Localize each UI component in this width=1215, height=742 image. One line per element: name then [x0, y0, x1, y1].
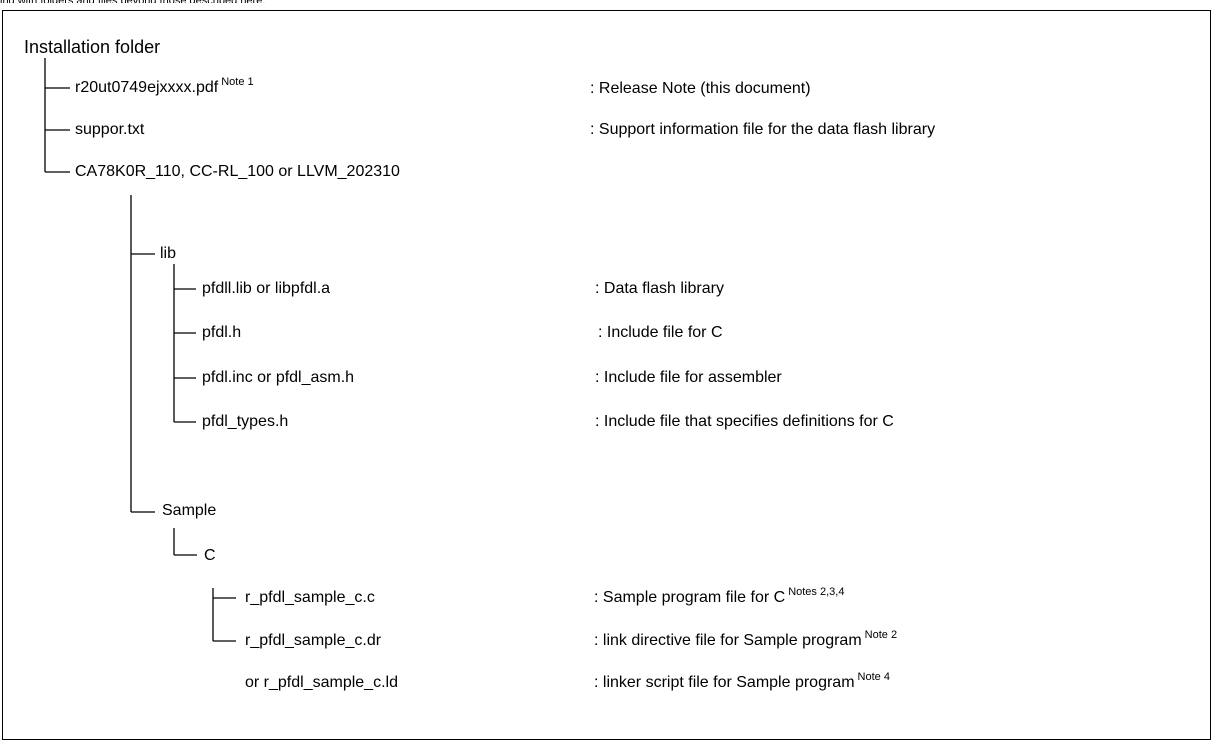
desc-pfdl-h: : Include file for C — [598, 324, 723, 341]
file-pfdl-inc: pfdl.inc or pfdl_asm.h — [202, 369, 355, 386]
folder-compiler: CA78K0R_110, CC-RL_100 or LLVM_202310 — [75, 163, 400, 180]
desc-sample-c: : Sample program file for C Notes 2,3,4 — [594, 586, 845, 608]
file-name: r20ut0749ejxxxx.pdf — [75, 79, 219, 96]
desc-sample-ld: : linker script file for Sample program N… — [594, 671, 890, 693]
desc-sample-dr: : link directive file for Sample program… — [594, 629, 898, 651]
desc-pfdl-inc: : Include file for assembler — [595, 369, 782, 386]
file-sample-ld: or r_pfdl_sample_c.ld — [245, 674, 398, 691]
desc-library: : Data flash library — [595, 280, 724, 297]
folder-c: C — [204, 547, 216, 564]
file-pfdl-types: pfdl_types.h — [202, 413, 289, 430]
desc-release-note: : Release Note (this document) — [590, 80, 811, 97]
file-support-info: suppor.txt — [75, 121, 145, 138]
desc-text: : link directive file for Sample program — [594, 632, 862, 649]
footnote-marker: Note 2 — [864, 629, 898, 641]
desc-text: : linker script file for Sample program — [594, 674, 855, 691]
file-library: pfdll.lib or libpfdl.a — [202, 280, 331, 297]
file-sample-c: r_pfdl_sample_c.c — [245, 589, 375, 606]
footnote-marker: Note 4 — [857, 671, 890, 683]
folder-sample: Sample — [162, 502, 217, 519]
folder-lib: lib — [160, 245, 177, 262]
footnote-marker: Notes 2,3,4 — [788, 586, 845, 598]
file-release-note: r20ut0749ejxxxx.pdf Note 1 — [75, 76, 254, 98]
root-folder-label: Installation folder — [24, 37, 161, 57]
file-sample-dr: r_pfdl_sample_c.dr — [245, 632, 382, 649]
file-pfdl-h: pfdl.h — [202, 324, 242, 341]
footnote-marker: Note 1 — [221, 76, 254, 88]
desc-support-info: : Support information file for the data … — [590, 121, 936, 138]
desc-text: : Sample program file for C — [594, 589, 786, 606]
desc-pfdl-types: : Include file that specifies definition… — [595, 413, 894, 430]
